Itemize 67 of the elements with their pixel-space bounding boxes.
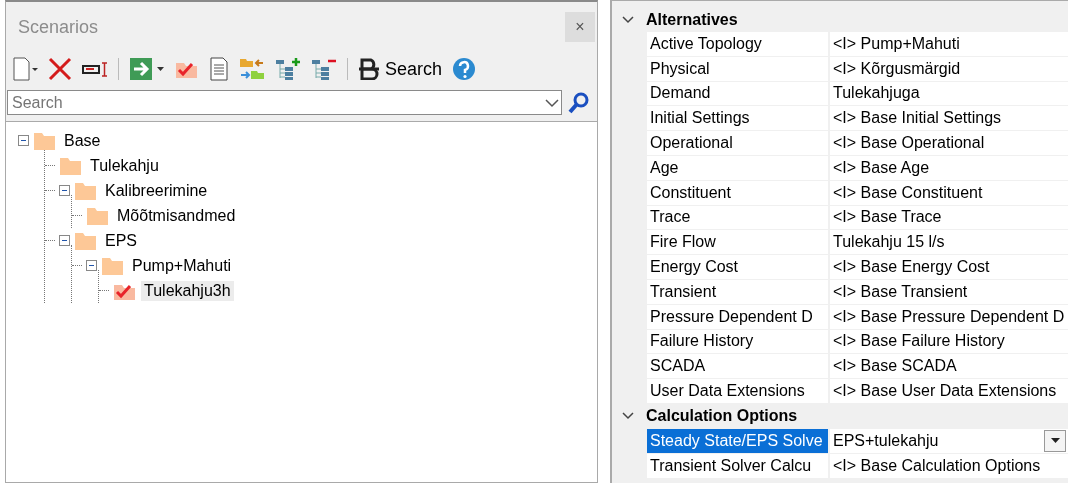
property-value: <I> Base User Data Extensions: [833, 382, 1057, 401]
category-header: Alternatives: [646, 10, 738, 29]
compare-folders-icon[interactable]: [239, 57, 265, 81]
property-name[interactable]: Constituent: [647, 180, 828, 205]
close-button[interactable]: ×: [565, 12, 595, 42]
help-icon[interactable]: [452, 57, 477, 81]
collapse-icon[interactable]: [59, 235, 70, 246]
tree-item[interactable]: Kalibreerimine: [102, 180, 211, 201]
delete-icon[interactable]: [48, 57, 72, 81]
property-value: <I> Pump+Mahuti: [833, 34, 960, 53]
chevron-down-icon[interactable]: [622, 14, 634, 25]
property-value: <I> Base Age: [833, 158, 930, 177]
property-name[interactable]: Fire Flow: [647, 230, 828, 255]
tree-item[interactable]: Pump+Mahuti: [129, 255, 235, 276]
tree-remove-icon[interactable]: [311, 57, 337, 81]
property-name[interactable]: SCADA: [647, 354, 828, 379]
document-icon[interactable]: [209, 57, 229, 81]
property-name[interactable]: Transient: [647, 279, 828, 304]
category-header: Calculation Options: [646, 407, 798, 426]
property-name[interactable]: Pressure Dependent D: [647, 304, 828, 329]
dropdown-button[interactable]: [1044, 429, 1066, 452]
property-value: <I> Base Failure History: [833, 332, 1005, 351]
property-name[interactable]: Physical: [647, 56, 828, 81]
property-value: <I> Base Calculation Options: [833, 456, 1041, 475]
panel-title: Scenarios: [18, 16, 99, 38]
search-button[interactable]: Search: [358, 58, 443, 80]
property-name[interactable]: Age: [647, 156, 828, 180]
property-value: <I> Base Transient: [833, 282, 968, 301]
property-value: <I> Base SCADA: [833, 357, 957, 376]
collapse-icon[interactable]: [59, 185, 70, 196]
collapse-icon[interactable]: [86, 260, 97, 271]
tree-add-icon[interactable]: [275, 57, 301, 81]
chevron-down-icon[interactable]: [543, 96, 561, 109]
property-value: <I> Kõrgusmärgid: [833, 59, 961, 78]
property-name[interactable]: Energy Cost: [647, 255, 828, 279]
property-value: <I> Base Operational: [833, 134, 985, 153]
tree-item[interactable]: Base: [61, 130, 104, 151]
property-value: <I> Base Trace: [833, 208, 942, 227]
new-document-icon[interactable]: [12, 57, 38, 81]
search-box[interactable]: Search: [7, 90, 562, 115]
property-name[interactable]: Operational: [647, 131, 828, 155]
property-value: Tulekahjuga: [833, 84, 920, 103]
caret-down-icon: [1050, 438, 1060, 444]
property-value: <I> Base Energy Cost: [833, 258, 990, 277]
tree-item[interactable]: Mõõtmisandmed: [114, 205, 239, 226]
property-value: <I> Base Pressure Dependent D: [833, 307, 1065, 326]
property-name[interactable]: Initial Settings: [647, 106, 828, 131]
search-icon[interactable]: [568, 91, 590, 114]
tree-item[interactable]: EPS: [102, 230, 140, 251]
chevron-down-icon[interactable]: [622, 411, 634, 422]
bold-b-icon: [358, 58, 380, 80]
arrow-icon[interactable]: [129, 57, 165, 81]
property-name[interactable]: Failure History: [647, 329, 828, 354]
tree-item[interactable]: Tulekahju3h: [141, 280, 234, 301]
collapse-icon[interactable]: [18, 135, 29, 146]
property-name[interactable]: Active Topology: [647, 32, 828, 56]
property-name[interactable]: Transient Solver Calcu: [647, 453, 828, 478]
property-name[interactable]: Trace: [647, 205, 828, 230]
property-name[interactable]: Demand: [647, 81, 828, 106]
property-value: EPS+tulekahju: [833, 431, 939, 450]
property-name[interactable]: Steady State/EPS Solve: [647, 428, 828, 453]
property-value: <I> Base Constituent: [833, 183, 983, 202]
property-value: Tulekahju 15 l/s: [833, 233, 945, 252]
tree-item[interactable]: Tulekahju: [87, 155, 162, 176]
property-value: <I> Base Initial Settings: [833, 109, 1002, 128]
property-name[interactable]: User Data Extensions: [647, 379, 828, 403]
search-field[interactable]: Search: [8, 93, 543, 112]
